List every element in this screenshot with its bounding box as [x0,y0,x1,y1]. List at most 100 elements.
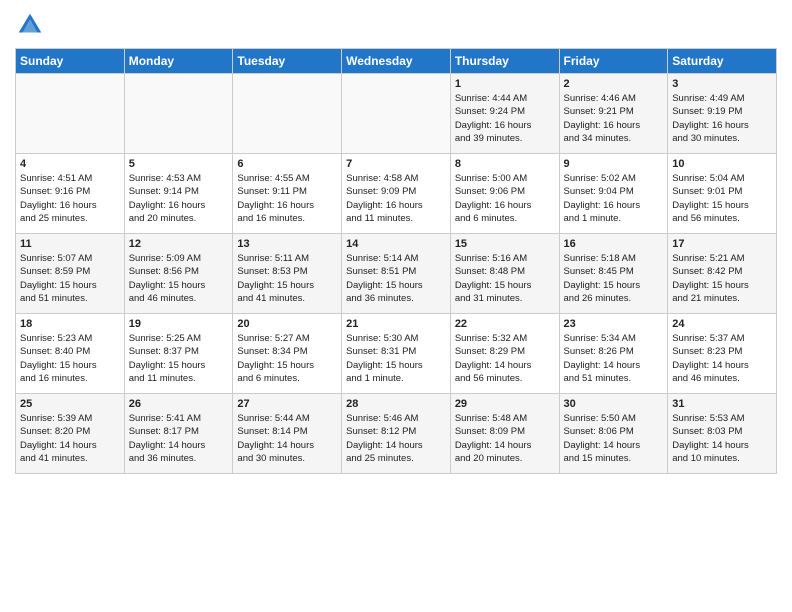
col-header-wednesday: Wednesday [342,49,451,74]
day-info: Sunrise: 4:46 AM Sunset: 9:21 PM Dayligh… [564,92,664,145]
day-cell: 21 Sunrise: 5:30 AM Sunset: 8:31 PM Dayli… [342,314,451,394]
day-number: 12 [129,238,229,250]
day-info: Sunrise: 5:11 AM Sunset: 8:53 PM Dayligh… [237,252,337,305]
day-cell [342,74,451,154]
day-info: Sunrise: 5:34 AM Sunset: 8:26 PM Dayligh… [564,332,664,385]
header [15,10,777,40]
day-cell: 6 Sunrise: 4:55 AM Sunset: 9:11 PM Daylig… [233,154,342,234]
day-info: Sunrise: 5:23 AM Sunset: 8:40 PM Dayligh… [20,332,120,385]
day-info: Sunrise: 5:50 AM Sunset: 8:06 PM Dayligh… [564,412,664,465]
day-cell: 30 Sunrise: 5:50 AM Sunset: 8:06 PM Dayli… [559,394,668,474]
col-header-thursday: Thursday [450,49,559,74]
day-cell: 17 Sunrise: 5:21 AM Sunset: 8:42 PM Dayli… [668,234,777,314]
day-number: 27 [237,398,337,410]
day-number: 8 [455,158,555,170]
day-info: Sunrise: 5:39 AM Sunset: 8:20 PM Dayligh… [20,412,120,465]
day-info: Sunrise: 5:04 AM Sunset: 9:01 PM Dayligh… [672,172,772,225]
week-row-5: 25 Sunrise: 5:39 AM Sunset: 8:20 PM Dayli… [16,394,777,474]
day-cell: 18 Sunrise: 5:23 AM Sunset: 8:40 PM Dayli… [16,314,125,394]
day-info: Sunrise: 4:51 AM Sunset: 9:16 PM Dayligh… [20,172,120,225]
day-cell: 8 Sunrise: 5:00 AM Sunset: 9:06 PM Daylig… [450,154,559,234]
calendar-table: SundayMondayTuesdayWednesdayThursdayFrid… [15,48,777,474]
day-info: Sunrise: 5:27 AM Sunset: 8:34 PM Dayligh… [237,332,337,385]
day-info: Sunrise: 4:53 AM Sunset: 9:14 PM Dayligh… [129,172,229,225]
day-info: Sunrise: 4:55 AM Sunset: 9:11 PM Dayligh… [237,172,337,225]
day-cell: 16 Sunrise: 5:18 AM Sunset: 8:45 PM Dayli… [559,234,668,314]
day-number: 29 [455,398,555,410]
day-number: 4 [20,158,120,170]
day-number: 19 [129,318,229,330]
week-row-3: 11 Sunrise: 5:07 AM Sunset: 8:59 PM Dayli… [16,234,777,314]
day-info: Sunrise: 4:58 AM Sunset: 9:09 PM Dayligh… [346,172,446,225]
day-info: Sunrise: 5:00 AM Sunset: 9:06 PM Dayligh… [455,172,555,225]
day-cell: 22 Sunrise: 5:32 AM Sunset: 8:29 PM Dayli… [450,314,559,394]
day-number: 6 [237,158,337,170]
col-header-sunday: Sunday [16,49,125,74]
day-number: 13 [237,238,337,250]
day-cell: 5Sunrise: 4:53 AM Sunset: 9:14 PM Daylig… [124,154,233,234]
day-cell: 1 Sunrise: 4:44 AM Sunset: 9:24 PM Daylig… [450,74,559,154]
logo-icon [15,10,45,40]
day-info: Sunrise: 5:48 AM Sunset: 8:09 PM Dayligh… [455,412,555,465]
day-cell: 10 Sunrise: 5:04 AM Sunset: 9:01 PM Dayli… [668,154,777,234]
day-info: Sunrise: 5:37 AM Sunset: 8:23 PM Dayligh… [672,332,772,385]
day-info: Sunrise: 5:21 AM Sunset: 8:42 PM Dayligh… [672,252,772,305]
day-info: Sunrise: 5:02 AM Sunset: 9:04 PM Dayligh… [564,172,664,225]
day-number: 30 [564,398,664,410]
day-number: 25 [20,398,120,410]
day-number: 22 [455,318,555,330]
day-number: 1 [455,78,555,90]
day-cell: 19Sunrise: 5:25 AM Sunset: 8:37 PM Dayli… [124,314,233,394]
day-cell: 9Sunrise: 5:02 AM Sunset: 9:04 PM Daylig… [559,154,668,234]
day-cell: 20 Sunrise: 5:27 AM Sunset: 8:34 PM Dayli… [233,314,342,394]
day-cell: 3 Sunrise: 4:49 AM Sunset: 9:19 PM Daylig… [668,74,777,154]
day-cell: 12 Sunrise: 5:09 AM Sunset: 8:56 PM Dayli… [124,234,233,314]
day-info: Sunrise: 5:09 AM Sunset: 8:56 PM Dayligh… [129,252,229,305]
day-number: 21 [346,318,446,330]
day-info: Sunrise: 5:44 AM Sunset: 8:14 PM Dayligh… [237,412,337,465]
day-cell: 23 Sunrise: 5:34 AM Sunset: 8:26 PM Dayli… [559,314,668,394]
day-cell [124,74,233,154]
day-number: 7 [346,158,446,170]
day-info: Sunrise: 5:18 AM Sunset: 8:45 PM Dayligh… [564,252,664,305]
day-info: Sunrise: 5:14 AM Sunset: 8:51 PM Dayligh… [346,252,446,305]
week-row-4: 18 Sunrise: 5:23 AM Sunset: 8:40 PM Dayli… [16,314,777,394]
day-number: 18 [20,318,120,330]
day-info: Sunrise: 4:49 AM Sunset: 9:19 PM Dayligh… [672,92,772,145]
day-cell: 11 Sunrise: 5:07 AM Sunset: 8:59 PM Dayli… [16,234,125,314]
week-row-2: 4 Sunrise: 4:51 AM Sunset: 9:16 PM Daylig… [16,154,777,234]
day-number: 11 [20,238,120,250]
day-number: 14 [346,238,446,250]
page: SundayMondayTuesdayWednesdayThursdayFrid… [0,0,792,612]
day-cell: 28Sunrise: 5:46 AM Sunset: 8:12 PM Dayli… [342,394,451,474]
day-cell: 29 Sunrise: 5:48 AM Sunset: 8:09 PM Dayli… [450,394,559,474]
day-cell: 14 Sunrise: 5:14 AM Sunset: 8:51 PM Dayli… [342,234,451,314]
day-cell: 24 Sunrise: 5:37 AM Sunset: 8:23 PM Dayli… [668,314,777,394]
day-info: Sunrise: 5:16 AM Sunset: 8:48 PM Dayligh… [455,252,555,305]
day-cell: 25 Sunrise: 5:39 AM Sunset: 8:20 PM Dayli… [16,394,125,474]
calendar-header-row: SundayMondayTuesdayWednesdayThursdayFrid… [16,49,777,74]
day-info: Sunrise: 4:44 AM Sunset: 9:24 PM Dayligh… [455,92,555,145]
day-cell: 7 Sunrise: 4:58 AM Sunset: 9:09 PM Daylig… [342,154,451,234]
day-number: 24 [672,318,772,330]
col-header-saturday: Saturday [668,49,777,74]
day-cell: 2Sunrise: 4:46 AM Sunset: 9:21 PM Daylig… [559,74,668,154]
day-number: 23 [564,318,664,330]
day-number: 16 [564,238,664,250]
day-number: 17 [672,238,772,250]
col-header-monday: Monday [124,49,233,74]
day-cell [16,74,125,154]
day-cell: 31Sunrise: 5:53 AM Sunset: 8:03 PM Dayli… [668,394,777,474]
day-info: Sunrise: 5:30 AM Sunset: 8:31 PM Dayligh… [346,332,446,385]
day-number: 10 [672,158,772,170]
day-cell: 27 Sunrise: 5:44 AM Sunset: 8:14 PM Dayli… [233,394,342,474]
day-number: 26 [129,398,229,410]
day-info: Sunrise: 5:07 AM Sunset: 8:59 PM Dayligh… [20,252,120,305]
week-row-1: 1 Sunrise: 4:44 AM Sunset: 9:24 PM Daylig… [16,74,777,154]
day-info: Sunrise: 5:46 AM Sunset: 8:12 PM Dayligh… [346,412,446,465]
day-number: 20 [237,318,337,330]
col-header-tuesday: Tuesday [233,49,342,74]
day-number: 3 [672,78,772,90]
day-info: Sunrise: 5:32 AM Sunset: 8:29 PM Dayligh… [455,332,555,385]
day-cell [233,74,342,154]
